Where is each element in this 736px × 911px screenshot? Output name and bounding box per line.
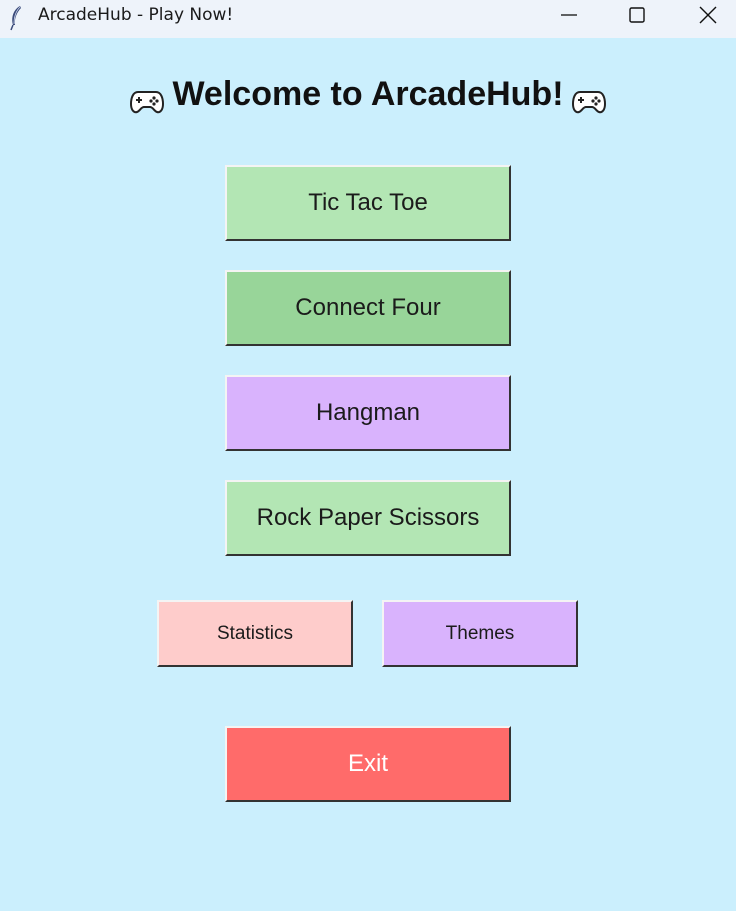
title-bar: ArcadeHub - Play Now! — [0, 0, 736, 38]
window-title: ArcadeHub - Play Now! — [38, 5, 234, 25]
minimize-icon — [561, 14, 577, 16]
themes-button[interactable]: Themes — [382, 600, 578, 667]
tic-tac-toe-button[interactable]: Tic Tac Toe — [225, 165, 511, 241]
maximize-icon — [629, 7, 645, 23]
gamepad-icon — [130, 85, 165, 115]
feather-icon — [8, 5, 24, 31]
close-button[interactable] — [685, 0, 731, 30]
minimize-button[interactable] — [546, 0, 592, 30]
page-title-text: Welcome to ArcadeHub! — [172, 75, 564, 113]
maximize-button[interactable] — [614, 0, 660, 30]
connect-four-button[interactable]: Connect Four — [225, 270, 511, 346]
close-icon — [699, 6, 717, 24]
statistics-button[interactable]: Statistics — [157, 600, 353, 667]
rock-paper-scissors-button[interactable]: Rock Paper Scissors — [225, 480, 511, 556]
page-title: Welcome to ArcadeHub! — [0, 74, 736, 114]
gamepad-icon — [571, 85, 606, 115]
hangman-button[interactable]: Hangman — [225, 375, 511, 451]
exit-button[interactable]: Exit — [225, 726, 511, 802]
app-window: ArcadeHub - Play Now! Welcome to ArcadeH… — [0, 0, 736, 911]
